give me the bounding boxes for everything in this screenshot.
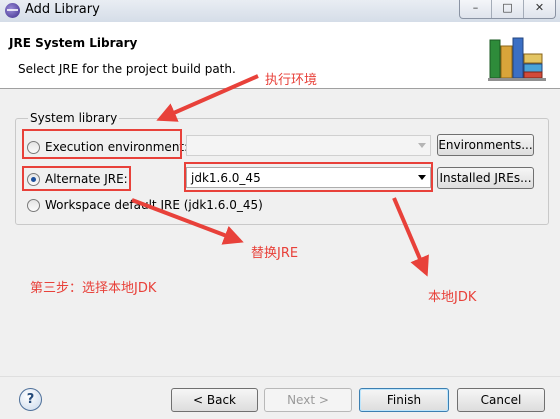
annotation-arrows bbox=[131, 74, 429, 277]
arrow-to-replace-jre bbox=[131, 198, 244, 245]
back-button[interactable]: < Back bbox=[171, 388, 258, 412]
annotation-local-jdk: 本地JDK bbox=[428, 290, 477, 305]
footer-separator bbox=[0, 376, 560, 377]
next-button[interactable]: Next > bbox=[264, 388, 352, 412]
arrow-to-local-jdk bbox=[392, 197, 429, 277]
finish-button[interactable]: Finish bbox=[359, 388, 449, 412]
cancel-button[interactable]: Cancel bbox=[457, 388, 545, 412]
help-icon[interactable]: ? bbox=[19, 388, 42, 411]
arrow-to-exec-env bbox=[156, 74, 259, 122]
annotation-step3: 第三步：选择本地JDK bbox=[30, 281, 157, 296]
annotation-exec-env: 执行环境 bbox=[265, 73, 318, 88]
annotation-replace-jre: 替换JRE bbox=[251, 246, 299, 261]
add-library-dialog: Add Library – □ ✕ JRE System Library Sel… bbox=[0, 0, 560, 419]
